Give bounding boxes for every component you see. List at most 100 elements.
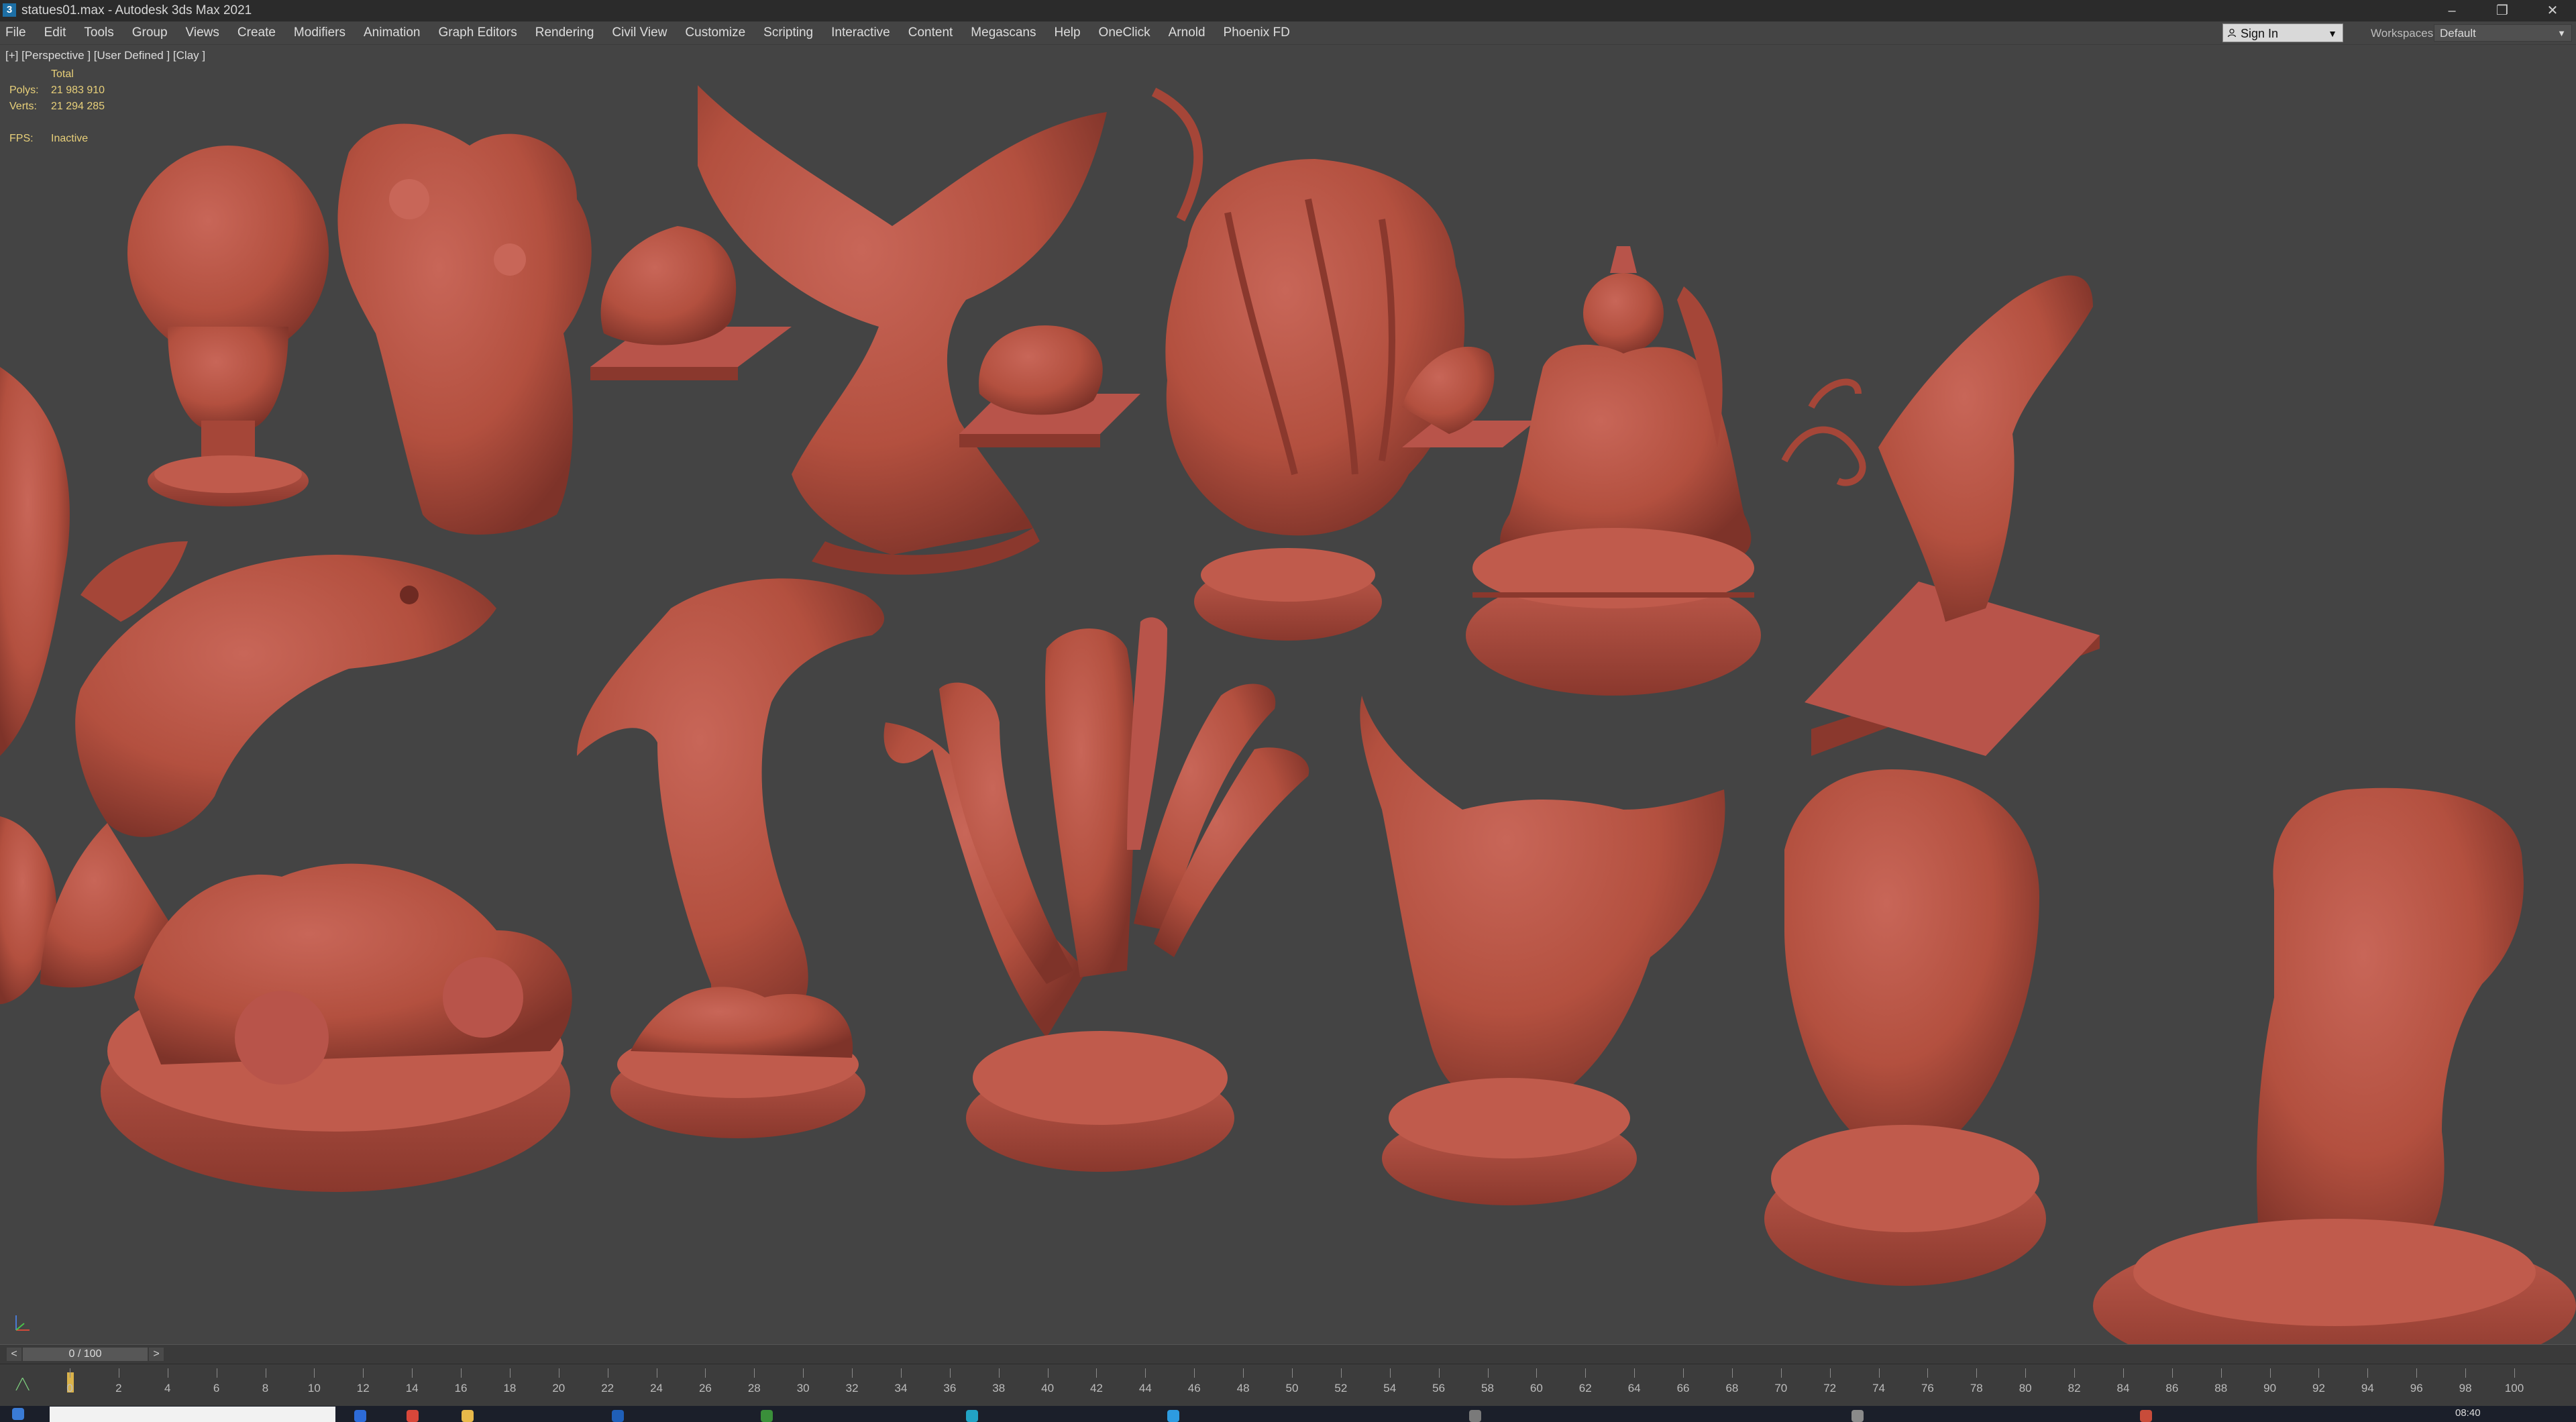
menu-rendering[interactable]: Rendering (535, 25, 594, 40)
axis-tripod-icon (15, 1315, 30, 1331)
taskbar-search-input[interactable] (50, 1407, 335, 1422)
ruler-tick-label: 6 (213, 1382, 220, 1394)
ruler-tick (1780, 1368, 1782, 1378)
ruler-tick-label: 78 (1970, 1382, 1983, 1394)
menu-file[interactable]: File (5, 25, 26, 40)
menu-customize[interactable]: Customize (685, 25, 745, 40)
ruler-tick-label: 68 (1725, 1382, 1739, 1394)
ruler-tick (2514, 1368, 2515, 1378)
title-bar: 3 statues01.max - Autodesk 3ds Max 2021 … (0, 0, 2576, 21)
ruler-tick-label: 12 (356, 1382, 370, 1394)
windows-start-icon[interactable] (12, 1408, 24, 1420)
time-slider-thumb[interactable]: 0 / 100 (23, 1348, 148, 1361)
menu-civil-view[interactable]: Civil View (612, 25, 667, 40)
ruler-tick-label: 76 (1921, 1382, 1934, 1394)
ruler-tick (1145, 1368, 1146, 1378)
ruler-tick (1438, 1368, 1440, 1378)
verts-value: 21 294 285 (51, 101, 105, 112)
3ds-max-window: 3 statues01.max - Autodesk 3ds Max 2021 … (0, 0, 2576, 1422)
ruler-tick-label: 98 (2459, 1382, 2472, 1394)
menu-animation[interactable]: Animation (364, 25, 421, 40)
ruler-tick-label: 8 (262, 1382, 269, 1394)
ruler-tick-label: 28 (747, 1382, 761, 1394)
statue-koi-fish[interactable] (40, 541, 572, 1192)
track-bar[interactable]: ╱╲ 0 2 4 6 8 10 12 14 16 18 20 22 24 26 28 30 32 34 36 38 40… (0, 1364, 2576, 1406)
ruler-tick (1536, 1368, 1538, 1378)
menu-scripting[interactable]: Scripting (763, 25, 813, 40)
ruler-tick-label: 22 (601, 1382, 614, 1394)
statue-dolphin[interactable] (577, 578, 885, 1138)
ruler-tick-label: 26 (698, 1382, 712, 1394)
menu-phoenix-fd[interactable]: Phoenix FD (1224, 25, 1290, 40)
ruler-tick-label: 92 (2312, 1382, 2325, 1394)
minimize-button[interactable]: – (2428, 0, 2475, 21)
workspaces-select[interactable]: Default ▼ (2434, 24, 2572, 42)
menu-interactive[interactable]: Interactive (831, 25, 890, 40)
ruler-tick-label: 14 (405, 1382, 419, 1394)
viewport-label[interactable]: [+] [Perspective ] [User Defined ] [Clay… (5, 49, 205, 62)
statue-scorpion-horse[interactable] (1781, 275, 2100, 756)
ruler-tick (2416, 1368, 2418, 1378)
viewport-scene[interactable] (0, 45, 2576, 1344)
ruler-tick-label: 4 (164, 1382, 171, 1394)
statue-serpent-head[interactable] (2093, 787, 2576, 1344)
ruler-tick (1585, 1368, 1587, 1378)
ruler-tick-label: 96 (2410, 1382, 2423, 1394)
user-icon (2227, 28, 2237, 38)
menu-help[interactable]: Help (1054, 25, 1080, 40)
statue-coral-tree[interactable] (337, 123, 592, 535)
menu-tools[interactable]: Tools (84, 25, 113, 40)
taskbar-app-icon[interactable] (761, 1410, 773, 1422)
ruler-tick (2171, 1368, 2173, 1378)
previous-frame-button[interactable]: < (7, 1348, 21, 1361)
menu-graph-editors[interactable]: Graph Editors (439, 25, 517, 40)
ruler-tick (1194, 1368, 1195, 1378)
taskbar-app-icon[interactable] (354, 1410, 366, 1422)
menu-content[interactable]: Content (908, 25, 953, 40)
menu-views[interactable]: Views (186, 25, 219, 40)
frame-ruler[interactable]: 0 2 4 6 8 10 12 14 16 18 20 22 24 26 28 30 32 34 36 38 40 42 4… (66, 1364, 2524, 1406)
ruler-tick-label: 20 (552, 1382, 566, 1394)
stats-verts-row: Verts: 21 294 285 (9, 99, 105, 115)
ruler-tick (803, 1368, 804, 1378)
next-frame-button[interactable]: > (149, 1348, 164, 1361)
taskbar-app-icon[interactable] (1469, 1410, 1481, 1422)
fps-label: FPS: (9, 133, 34, 144)
sign-in-label: Sign In (2241, 27, 2279, 40)
statue-skull-bust[interactable] (127, 146, 329, 506)
time-slider[interactable]: < 0 / 100 > (0, 1344, 2576, 1364)
mini-curve-editor-icon[interactable]: ╱╲ (16, 1378, 29, 1391)
menu-group[interactable]: Group (132, 25, 168, 40)
statue-tentacle-plant[interactable] (883, 617, 1309, 1172)
menu-bar: File Edit Tools Group Views Create Modifiers An… (0, 21, 2576, 45)
ruler-tick (900, 1368, 902, 1378)
statue-buddha[interactable] (1466, 246, 1761, 696)
ruler-tick (1292, 1368, 1293, 1378)
sign-in-dropdown[interactable]: Sign In ▼ (2222, 23, 2343, 42)
menu-megascans[interactable]: Megascans (971, 25, 1036, 40)
menu-edit[interactable]: Edit (44, 25, 66, 40)
statue-small-creature-plinth[interactable] (959, 325, 1140, 447)
ruler-tick (1829, 1368, 1831, 1378)
taskbar-app-icon[interactable] (966, 1410, 978, 1422)
menu-oneclick[interactable]: OneClick (1099, 25, 1150, 40)
taskbar-app-icon[interactable] (1851, 1410, 1864, 1422)
taskbar-app-icon[interactable] (462, 1410, 474, 1422)
taskbar-app-icon[interactable] (2140, 1410, 2152, 1422)
ruler-tick (1634, 1368, 1635, 1378)
ruler-tick-label: 64 (1627, 1382, 1641, 1394)
ruler-tick-label: 94 (2361, 1382, 2374, 1394)
menu-arnold[interactable]: Arnold (1169, 25, 1205, 40)
taskbar-app-icon[interactable] (407, 1410, 419, 1422)
stats-polys-row: Polys: 21 983 910 (9, 83, 105, 99)
menu-modifiers[interactable]: Modifiers (294, 25, 345, 40)
close-button[interactable]: ✕ (2529, 0, 2576, 21)
perspective-viewport[interactable]: [+] [Perspective ] [User Defined ] [Clay… (0, 45, 2576, 1344)
menu-create[interactable]: Create (237, 25, 276, 40)
restore-button[interactable]: ❐ (2479, 0, 2526, 21)
statue-textured-egg[interactable] (1764, 769, 2046, 1286)
statue-dragon-head[interactable] (1360, 696, 1725, 1205)
taskbar-app-icon[interactable] (612, 1410, 624, 1422)
taskbar-3ds-max-icon[interactable] (1167, 1410, 1179, 1422)
ruler-tick-label: 72 (1823, 1382, 1837, 1394)
